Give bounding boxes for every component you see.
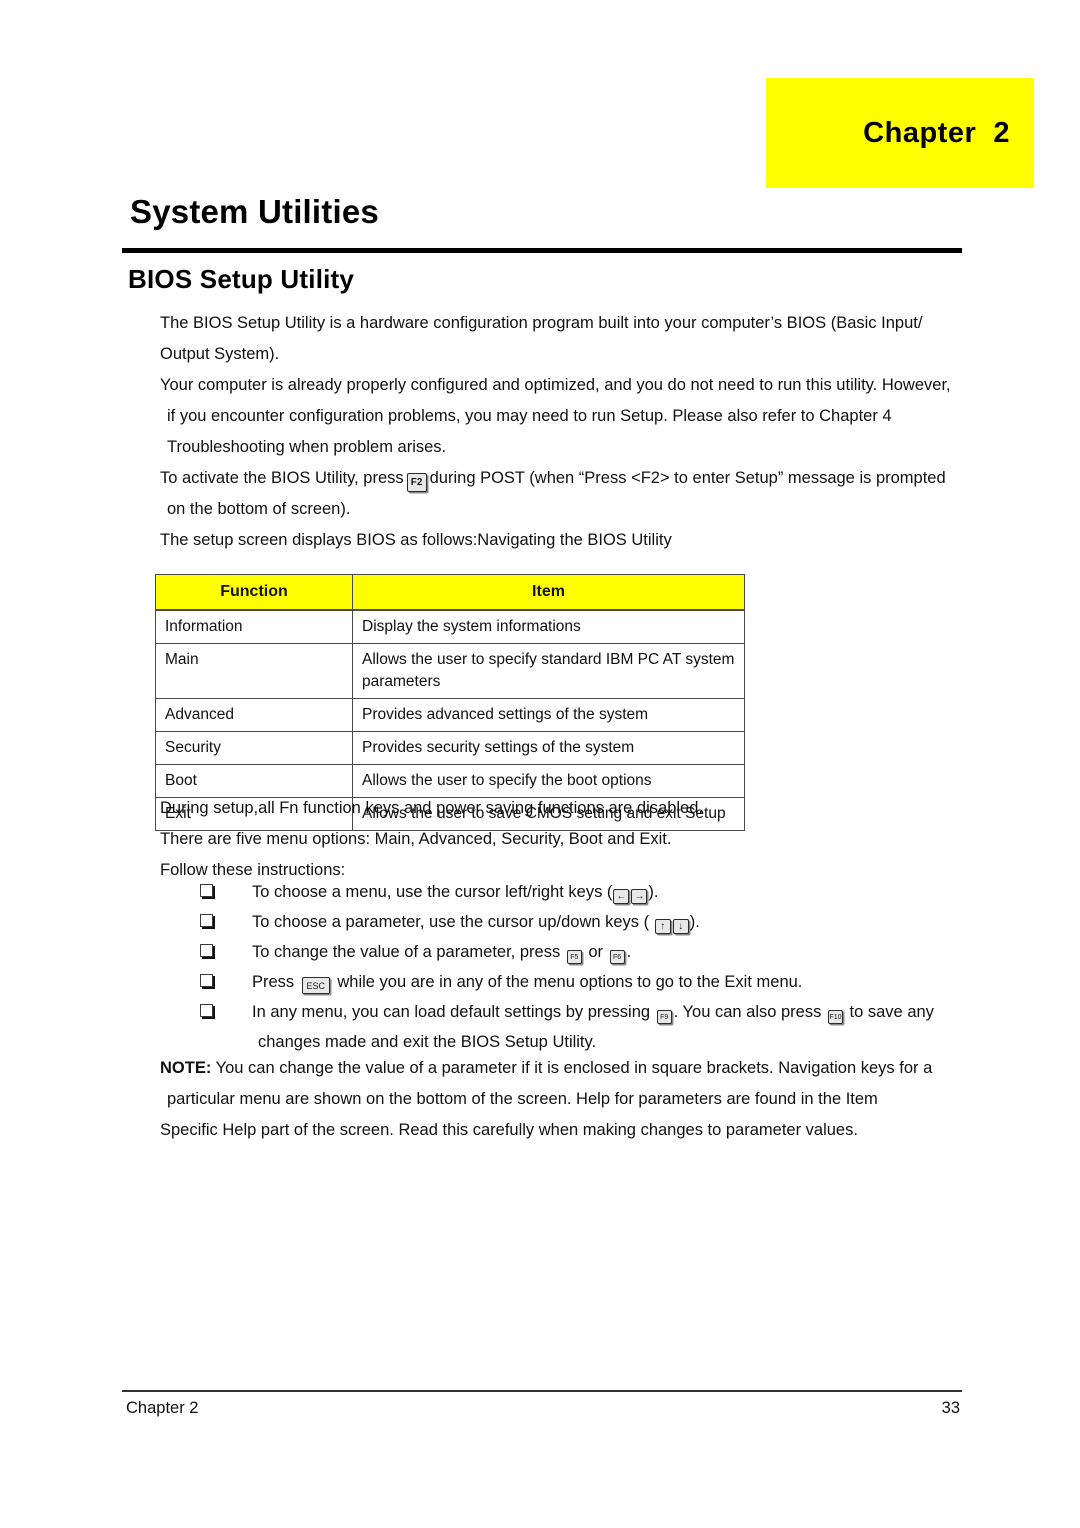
table-cell-function: Advanced (155, 698, 353, 732)
column-header-function: Function (155, 574, 353, 611)
bullet-3-separator: or (583, 943, 608, 961)
activate-text-before: To activate the BIOS Utility, press (160, 469, 404, 487)
note-line-3: Specific Help part of the screen. Read t… (160, 1121, 858, 1139)
arrow-up-key-icon: ↑ (654, 919, 671, 934)
note-block: NOTE: You can change the value of a para… (160, 1053, 965, 1146)
note-label: NOTE: (160, 1059, 212, 1077)
bullet-content: To change the value of a parameter, pres… (252, 937, 970, 967)
table-header-row: Function Item (155, 574, 745, 611)
intro-line-5: Troubleshooting when problem arises. (167, 438, 447, 456)
bullet-marker (200, 937, 252, 967)
esc-key-icon: ESC (301, 977, 330, 994)
chapter-tab: Chapter 2 (766, 78, 1034, 188)
square-bullet-icon (200, 1004, 213, 1017)
bullet-marker (200, 907, 252, 937)
table-row: Main Allows the user to specify standard… (155, 643, 745, 699)
bullet-2-text-after: ). (689, 913, 700, 931)
arrow-left-key-icon: ← (613, 889, 630, 904)
table-row: Security Provides security settings of t… (155, 731, 745, 765)
bullet-4-text-before: Press (252, 973, 299, 991)
footer-page-number: 33 (941, 1399, 960, 1417)
table-cell-function: Security (155, 731, 353, 765)
bullet-5-text-middle: . You can also press (673, 1003, 826, 1021)
bullet-1-text-after: ). (648, 883, 659, 901)
square-bullet-icon (200, 914, 213, 927)
bullet-4-text-after: while you are in any of the menu options… (332, 973, 803, 991)
bullet-marker (200, 997, 252, 1027)
table-cell-item: Provides security settings of the system (352, 731, 745, 765)
f5-key-icon: F5 (566, 950, 582, 964)
activate-text-after: during POST (when “Press <F2> to enter S… (429, 469, 946, 487)
bullet-3-text-before: To change the value of a parameter, pres… (252, 943, 565, 961)
bullet-content: In any menu, you can load default settin… (252, 997, 970, 1027)
intro-line-1: The BIOS Setup Utility is a hardware con… (160, 314, 923, 332)
list-item: In any menu, you can load default settin… (200, 997, 970, 1027)
f10-key-icon: F10 (827, 1010, 843, 1024)
setup-screen-line: The setup screen displays BIOS as follow… (160, 531, 672, 549)
page-title: System Utilities (130, 193, 379, 230)
section-heading: BIOS Setup Utility (128, 264, 355, 294)
footer-chapter-label: Chapter 2 (126, 1399, 199, 1417)
activate-bios-line: To activate the BIOS Utility, press F2 dur… (160, 463, 960, 494)
bullet-marker (200, 877, 252, 907)
intro-text-block: The BIOS Setup Utility is a hardware con… (160, 308, 960, 556)
square-bullet-icon (200, 884, 213, 897)
bullet-5-text-after: to save any (844, 1003, 934, 1021)
bullet-5-text-before: In any menu, you can load default settin… (252, 1003, 655, 1021)
post-line-1: During setup,all Fn function keys and po… (160, 799, 703, 817)
bullet-3-text-after: . (626, 943, 632, 961)
arrow-down-key-icon: ↓ (672, 919, 689, 934)
note-line-2: particular menu are shown on the bottom … (167, 1090, 878, 1108)
table-cell-function: Main (155, 643, 353, 699)
square-bullet-icon (200, 944, 213, 957)
bullet-2-text-before: To choose a parameter, use the cursor up… (252, 913, 654, 931)
f6-key-icon: F6 (609, 950, 625, 964)
table-row: Information Display the system informati… (155, 609, 745, 644)
activate-bios-continuation: on the bottom of screen). (167, 500, 351, 518)
bullet-content: To choose a menu, use the cursor left/ri… (252, 877, 970, 907)
table-cell-function: Information (155, 609, 353, 644)
bullet-content: Press ESC while you are in any of the me… (252, 967, 970, 997)
chapter-tab-label: Chapter 2 (863, 116, 1010, 149)
instruction-bullet-list: To choose a menu, use the cursor left/ri… (200, 877, 970, 1057)
table-cell-item: Display the system informations (352, 609, 745, 644)
bullet-content: To choose a parameter, use the cursor up… (252, 907, 970, 937)
arrow-right-key-icon: → (631, 889, 648, 904)
table-cell-item: Allows the user to specify standard IBM … (352, 643, 745, 699)
intro-line-3: Your computer is already properly config… (160, 376, 951, 394)
square-bullet-icon (200, 974, 213, 987)
note-line-1: NOTE: You can change the value of a para… (160, 1053, 965, 1084)
post-table-text-block: During setup,all Fn function keys and po… (160, 793, 960, 886)
table-cell-item: Provides advanced settings of the system (352, 698, 745, 732)
intro-line-2: Output System). (160, 345, 280, 363)
bullet-1-text-before: To choose a menu, use the cursor left/ri… (252, 883, 613, 901)
footer-divider (122, 1390, 962, 1392)
f9-key-icon: F9 (656, 1010, 672, 1024)
list-item: To choose a menu, use the cursor left/ri… (200, 877, 970, 907)
f2-key-icon: F2 (406, 473, 427, 492)
post-line-2: There are five menu options: Main, Advan… (160, 830, 672, 848)
list-item: To change the value of a parameter, pres… (200, 937, 970, 967)
column-header-item: Item (352, 574, 745, 611)
table-row: Advanced Provides advanced settings of t… (155, 698, 745, 732)
list-item: To choose a parameter, use the cursor up… (200, 907, 970, 937)
note-line-1-text: You can change the value of a parameter … (211, 1059, 933, 1077)
bullet-marker (200, 967, 252, 997)
intro-line-4: if you encounter configuration problems,… (167, 407, 892, 425)
list-item: Press ESC while you are in any of the me… (200, 967, 970, 997)
title-divider (122, 248, 962, 253)
